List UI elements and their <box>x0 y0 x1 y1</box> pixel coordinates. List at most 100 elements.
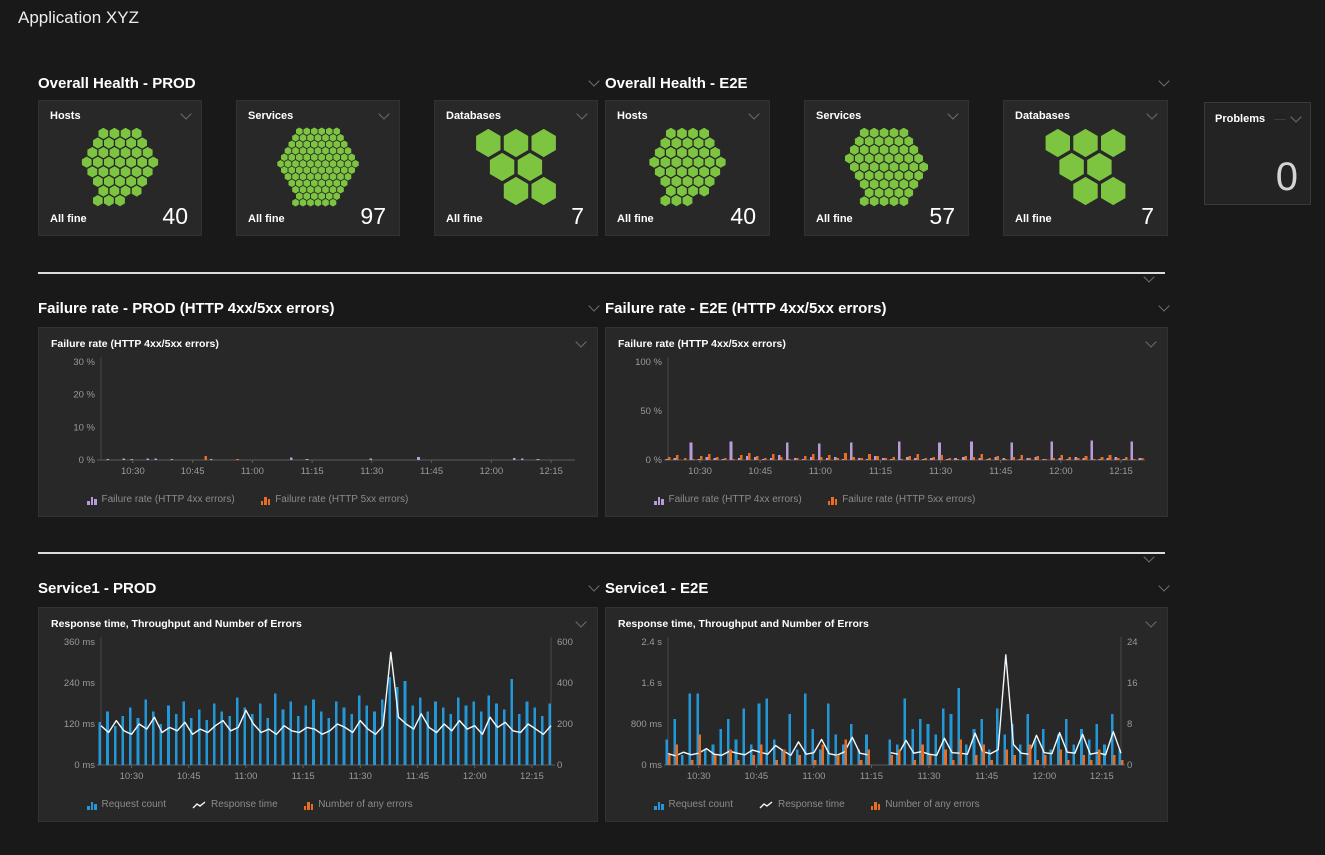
hexagon-healthy[interactable] <box>672 157 682 168</box>
hexagon-healthy[interactable] <box>104 176 114 187</box>
hexagon-healthy[interactable] <box>307 186 314 194</box>
hexagon-healthy[interactable] <box>143 166 153 177</box>
hexagon-healthy[interactable] <box>677 185 687 196</box>
hexagon-healthy[interactable] <box>895 136 904 146</box>
hexagon-healthy[interactable] <box>860 179 869 189</box>
hexagon-healthy[interactable] <box>855 153 864 163</box>
hexagon-healthy[interactable] <box>666 128 676 139</box>
hexagon-healthy[interactable] <box>326 192 333 200</box>
hexagon-healthy[interactable] <box>300 199 307 207</box>
hexagon-healthy[interactable] <box>315 134 322 142</box>
hexagon-healthy[interactable] <box>296 154 303 162</box>
hexagon-healthy[interactable] <box>850 145 859 155</box>
health-tile-databases-prod[interactable]: Databases All fine 7 <box>434 100 598 236</box>
hexagon-healthy[interactable] <box>289 141 296 149</box>
hexagon-healthy[interactable] <box>318 166 325 174</box>
hexagon-healthy[interactable] <box>880 196 889 206</box>
hexagon-healthy[interactable] <box>121 128 131 139</box>
hexagon-healthy[interactable] <box>93 137 103 148</box>
hexagon-healthy[interactable] <box>490 153 514 181</box>
hexagon-healthy[interactable] <box>148 157 158 168</box>
hexagon-healthy[interactable] <box>318 192 325 200</box>
hexagon-healthy[interactable] <box>688 185 698 196</box>
hexagon-healthy[interactable] <box>132 147 142 158</box>
hexagon-healthy[interactable] <box>304 154 311 162</box>
hexagon-healthy[interactable] <box>326 154 333 162</box>
hexagon-healthy[interactable] <box>311 179 318 187</box>
hexagon-healthy[interactable] <box>307 160 314 168</box>
hexagon-healthy[interactable] <box>121 166 131 177</box>
hexagon-healthy[interactable] <box>1046 129 1070 157</box>
hexagon-healthy[interactable] <box>694 176 704 187</box>
hexagon-healthy[interactable] <box>110 185 120 196</box>
hexagon-healthy[interactable] <box>683 157 693 168</box>
hexagon-healthy[interactable] <box>132 128 142 139</box>
hexagon-healthy[interactable] <box>296 192 303 200</box>
legend-item[interactable]: Failure rate (HTTP 4xx errors) <box>87 494 235 505</box>
hexagon-healthy[interactable] <box>895 171 904 181</box>
chevron-down-icon[interactable] <box>1158 580 1169 591</box>
problems-tile[interactable]: Problems 0 <box>1204 102 1311 205</box>
chart-tile-service-prod[interactable]: Response time, Throughput and Number of … <box>38 607 598 822</box>
legend-item[interactable]: Response time <box>192 799 278 810</box>
hexagon-healthy[interactable] <box>672 137 682 148</box>
health-tile-databases-e2e[interactable]: Databases All fine 7 <box>1003 100 1168 236</box>
hexagon-healthy[interactable] <box>300 160 307 168</box>
hexagon-healthy[interactable] <box>677 147 687 158</box>
hexagon-healthy[interactable] <box>121 185 131 196</box>
hexagon-healthy[interactable] <box>292 199 299 207</box>
hexagon-healthy[interactable] <box>300 173 307 181</box>
chevron-down-icon[interactable] <box>1158 75 1169 86</box>
service1-e2e-chart[interactable]: 0 ms800 ms1.6 s2.4 s08162410:3010:4511:0… <box>618 632 1155 813</box>
hexagon-healthy[interactable] <box>292 186 299 194</box>
hexagon-healthy[interactable] <box>895 153 904 163</box>
hexagon-healthy[interactable] <box>1073 177 1097 205</box>
hexagon-healthy[interactable] <box>885 136 894 146</box>
chart-canvas[interactable]: 0 ms800 ms1.6 s2.4 s08162410:3010:4511:0… <box>618 632 1155 789</box>
hexagon-healthy[interactable] <box>330 134 337 142</box>
hexagon-healthy[interactable] <box>885 188 894 198</box>
hexagon-healthy[interactable] <box>104 195 114 206</box>
hexagon-healthy[interactable] <box>672 176 682 187</box>
hexagon-healthy[interactable] <box>318 141 325 149</box>
hexagon-healthy[interactable] <box>655 166 665 177</box>
hexagon-healthy[interactable] <box>890 145 899 155</box>
hexagon-healthy[interactable] <box>865 188 874 198</box>
hexagon-healthy[interactable] <box>672 195 682 206</box>
chevron-down-icon[interactable] <box>1146 108 1157 119</box>
hexagon-healthy[interactable] <box>694 137 704 148</box>
hexagon-healthy[interactable] <box>532 129 556 157</box>
chevron-down-icon[interactable] <box>1143 271 1154 282</box>
legend-item[interactable]: Failure rate (HTTP 5xx errors) <box>261 494 409 505</box>
hexagon-healthy[interactable] <box>890 162 899 172</box>
hexagon-healthy[interactable] <box>909 145 918 155</box>
hexagon-healthy[interactable] <box>688 147 698 158</box>
hexagon-healthy[interactable] <box>348 166 355 174</box>
hexagon-healthy[interactable] <box>330 147 337 155</box>
hexagon-healthy[interactable] <box>845 153 854 163</box>
chart-canvas[interactable]: 0 %50 %100 %10:3010:4511:0011:1511:3011:… <box>618 352 1155 484</box>
hexagon-healthy[interactable] <box>311 166 318 174</box>
hexagon-healthy[interactable] <box>865 171 874 181</box>
hexagon-healthy[interactable] <box>143 147 153 158</box>
hexagon-healthy[interactable] <box>307 199 314 207</box>
hexagon-healthy[interactable] <box>300 134 307 142</box>
hexagon-healthy[interactable] <box>281 166 288 174</box>
chevron-down-icon[interactable] <box>588 580 599 591</box>
hexagon-healthy[interactable] <box>322 147 329 155</box>
hexagon-healthy[interactable] <box>345 147 352 155</box>
chevron-down-icon[interactable] <box>1143 551 1154 562</box>
hexagon-healthy[interactable] <box>352 160 359 168</box>
chart-canvas[interactable]: 0 ms120 ms240 ms360 ms020040060010:3010:… <box>51 632 585 789</box>
hexagon-healthy[interactable] <box>110 166 120 177</box>
hexagon-healthy[interactable] <box>904 136 913 146</box>
hexagon-healthy[interactable] <box>677 166 687 177</box>
chevron-down-icon[interactable] <box>575 616 586 627</box>
hexagon-healthy[interactable] <box>304 128 311 136</box>
chevron-down-icon[interactable] <box>1158 300 1169 311</box>
hexagon-healthy[interactable] <box>1101 177 1125 205</box>
hexagon-healthy[interactable] <box>318 179 325 187</box>
hexagon-healthy[interactable] <box>93 157 103 168</box>
hexagon-healthy[interactable] <box>333 128 340 136</box>
chevron-down-icon[interactable] <box>588 300 599 311</box>
